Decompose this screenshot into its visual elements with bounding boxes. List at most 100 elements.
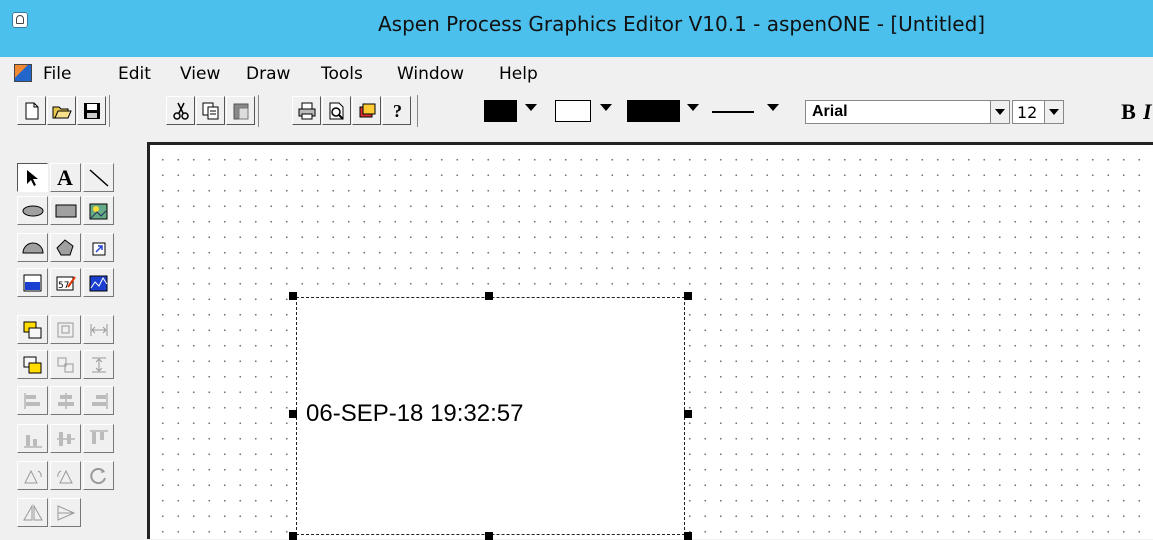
menu-tools[interactable]: Tools — [321, 64, 363, 84]
print-preview-button[interactable] — [322, 96, 351, 125]
select-tool-button[interactable] — [17, 163, 48, 192]
text-color-swatch[interactable] — [627, 100, 680, 122]
resize-handle-top-left[interactable] — [289, 292, 297, 300]
send-to-back-button[interactable] — [17, 350, 48, 379]
trend-tool-button[interactable] — [83, 268, 114, 297]
same-height-icon — [92, 357, 106, 373]
data-field-tool-button[interactable]: 57 — [50, 268, 81, 297]
bring-to-front-icon — [23, 321, 42, 339]
align-middle-button[interactable] — [50, 424, 81, 453]
link-tool-button[interactable] — [83, 233, 114, 262]
pointer-arrow-icon — [27, 170, 38, 186]
font-size-dropdown-icon[interactable] — [1044, 100, 1064, 124]
ungroup-icon — [57, 357, 74, 373]
font-name-select[interactable]: Arial — [805, 100, 1010, 124]
flip-vertical-button[interactable] — [50, 498, 81, 527]
bar-level-icon — [23, 274, 42, 292]
help-button[interactable]: ? — [382, 96, 411, 125]
printer-icon — [298, 102, 316, 120]
new-file-button[interactable] — [17, 96, 46, 125]
arc-tool-button[interactable] — [17, 233, 48, 262]
send-to-back-icon — [23, 356, 42, 374]
group-button[interactable] — [50, 315, 81, 344]
menu-help[interactable]: Help — [499, 64, 538, 84]
bring-to-front-button[interactable] — [17, 315, 48, 344]
copy-button[interactable] — [196, 96, 225, 125]
rotate-button[interactable] — [83, 461, 114, 490]
italic-button[interactable]: I — [1143, 98, 1153, 125]
menu-draw[interactable]: Draw — [246, 64, 290, 84]
line-style-dropdown-icon[interactable] — [767, 104, 779, 111]
floppy-disk-icon — [84, 103, 100, 119]
flip-horizontal-button[interactable] — [17, 498, 48, 527]
fill-color-swatch[interactable] — [555, 100, 591, 122]
print-button[interactable] — [292, 96, 321, 125]
text-color-dropdown-icon[interactable] — [687, 104, 699, 111]
svg-text:?: ? — [393, 101, 402, 121]
rotate-left-button[interactable] — [17, 461, 48, 490]
toolbar-separator — [258, 95, 259, 127]
ellipse-icon — [22, 205, 44, 217]
rotate-right-button[interactable] — [50, 461, 81, 490]
cut-button[interactable] — [166, 96, 195, 125]
align-center-icon — [58, 393, 74, 409]
align-bottom-button[interactable] — [17, 424, 48, 453]
flip-horizontal-icon — [23, 504, 43, 521]
menu-window[interactable]: Window — [397, 64, 464, 84]
same-height-button[interactable] — [83, 350, 114, 379]
fill-color-dropdown-icon[interactable] — [600, 104, 612, 111]
rotate-left-icon — [24, 469, 42, 484]
database-button[interactable] — [352, 96, 381, 125]
folder-open-icon — [52, 106, 72, 119]
trend-plot-icon — [89, 275, 108, 292]
resize-handle-top-right[interactable] — [684, 292, 692, 300]
open-file-button[interactable] — [47, 96, 76, 125]
align-bottom-icon — [24, 435, 42, 448]
line-style-sample[interactable] — [712, 111, 754, 113]
image-tool-button[interactable] — [83, 196, 114, 225]
align-center-button[interactable] — [50, 386, 81, 415]
refresh-rotate-icon — [90, 468, 106, 485]
paste-button[interactable] — [226, 96, 255, 125]
ungroup-button[interactable] — [50, 350, 81, 379]
group-icon — [57, 322, 74, 338]
app-icon[interactable] — [12, 12, 28, 28]
resize-handle-left[interactable] — [289, 410, 297, 418]
same-width-button[interactable] — [83, 315, 114, 344]
save-button[interactable] — [77, 96, 106, 125]
bar-tool-button[interactable] — [17, 268, 48, 297]
data-field-icon: 57 — [56, 276, 76, 291]
menu-file[interactable]: File — [43, 64, 71, 84]
same-width-icon — [90, 324, 108, 336]
align-right-button[interactable] — [83, 386, 114, 415]
font-name-dropdown-icon[interactable] — [990, 100, 1010, 124]
rectangle-tool-button[interactable] — [50, 196, 81, 225]
menu-view[interactable]: View — [180, 64, 220, 84]
polygon-tool-button[interactable] — [50, 233, 81, 262]
menu-edit[interactable]: Edit — [118, 64, 151, 84]
resize-handle-right[interactable] — [684, 410, 692, 418]
align-left-icon — [24, 393, 40, 409]
window-title: Aspen Process Graphics Editor V10.1 - as… — [378, 12, 986, 36]
arc-icon — [22, 242, 44, 254]
align-left-button[interactable] — [17, 386, 48, 415]
new-file-icon — [25, 102, 39, 120]
ellipse-tool-button[interactable] — [17, 196, 48, 225]
flip-vertical-icon — [57, 505, 76, 521]
align-top-button[interactable] — [83, 424, 114, 453]
resize-handle-top[interactable] — [485, 292, 493, 300]
copy-icon — [202, 102, 219, 120]
font-size-value: 12 — [1017, 103, 1038, 122]
bold-button[interactable]: B — [1115, 98, 1142, 125]
align-top-icon — [90, 430, 108, 444]
document-icon[interactable] — [14, 64, 32, 82]
print-preview-icon — [329, 102, 344, 120]
line-icon — [89, 169, 109, 187]
text-tool-button[interactable]: A — [50, 163, 81, 192]
line-color-swatch[interactable] — [484, 100, 517, 122]
line-tool-button[interactable] — [83, 163, 114, 192]
timestamp-text[interactable]: 06-SEP-18 19:32:57 — [306, 400, 524, 428]
scissors-icon — [173, 102, 189, 120]
line-color-dropdown-icon[interactable] — [525, 104, 537, 111]
polygon-icon — [56, 239, 74, 256]
